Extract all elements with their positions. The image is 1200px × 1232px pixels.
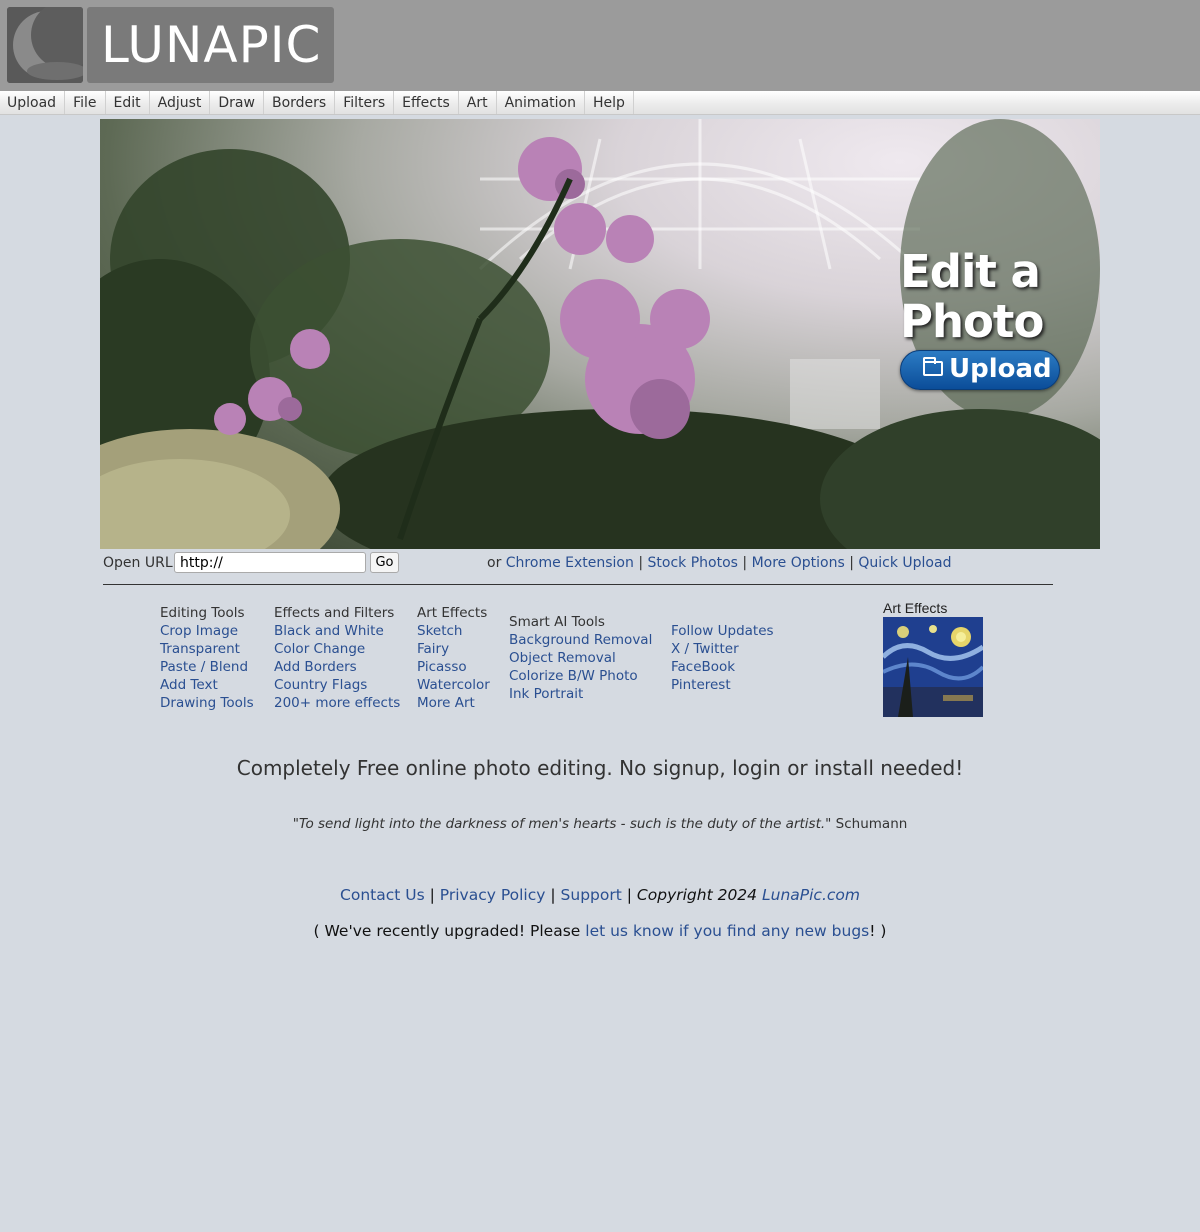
quote: "To send light into the darkness of men'… (0, 816, 1200, 832)
header: LUNAPIC (0, 0, 1200, 91)
folder-icon (923, 357, 943, 376)
picasso-link[interactable]: Picasso (417, 658, 490, 676)
effects-filters-column: Effects and Filters Black and White Colo… (274, 604, 400, 712)
or-label: or (487, 555, 502, 571)
paste-blend-link[interactable]: Paste / Blend (160, 658, 254, 676)
follow-column: Follow Updates X / Twitter FaceBook Pint… (671, 622, 774, 694)
art-effects-column: Art Effects Sketch Fairy Picasso Waterco… (417, 604, 490, 712)
add-borders-link[interactable]: Add Borders (274, 658, 400, 676)
separator: | (638, 555, 644, 571)
background-removal-link[interactable]: Background Removal (509, 631, 652, 649)
more-effects-link[interactable]: 200+ more effects (274, 694, 400, 712)
privacy-policy-link[interactable]: Privacy Policy (440, 886, 546, 904)
menu-file[interactable]: File (65, 91, 106, 114)
transparent-link[interactable]: Transparent (160, 640, 254, 658)
menu-effects[interactable]: Effects (394, 91, 459, 114)
ink-portrait-link[interactable]: Ink Portrait (509, 685, 652, 703)
stock-photos-link[interactable]: Stock Photos (648, 555, 738, 571)
menu-draw[interactable]: Draw (210, 91, 264, 114)
hero-banner: Edit a Photo Upload (100, 119, 1100, 549)
add-text-link[interactable]: Add Text (160, 676, 254, 694)
crop-image-link[interactable]: Crop Image (160, 622, 254, 640)
hero-upload-button[interactable]: Upload (900, 350, 1060, 390)
menu-upload[interactable]: Upload (0, 91, 66, 114)
column-title: Smart AI Tools (509, 614, 605, 630)
column-title: Editing Tools (160, 605, 245, 621)
separator: | (626, 886, 632, 904)
upload-options: or Chrome Extension | Stock Photos | Mor… (487, 552, 951, 574)
hero-upload-label: Upload (949, 354, 1052, 384)
quote-author: Schumann (835, 816, 908, 832)
divider (103, 584, 1053, 585)
notice-text: ( We've recently upgraded! Please (313, 922, 581, 940)
facebook-link[interactable]: FaceBook (671, 658, 774, 676)
watercolor-link[interactable]: Watercolor (417, 676, 490, 694)
copyright-text: Copyright 2024 (636, 886, 758, 904)
object-removal-link[interactable]: Object Removal (509, 649, 652, 667)
menu-art[interactable]: Art (459, 91, 497, 114)
url-label: Open URL: (103, 555, 178, 571)
smart-ai-tools-column: Smart AI Tools Background Removal Object… (509, 613, 652, 703)
tagline: Completely Free online photo editing. No… (236, 756, 964, 780)
x-twitter-link[interactable]: X / Twitter (671, 640, 774, 658)
lunapic-site-link[interactable]: LunaPic.com (762, 886, 860, 904)
lunapic-logo[interactable]: LUNAPIC (7, 7, 334, 83)
quote-text: "To send light into the darkness of men'… (292, 816, 832, 832)
black-and-white-link[interactable]: Black and White (274, 622, 400, 640)
starry-night-thumbnail[interactable] (883, 617, 983, 717)
fairy-link[interactable]: Fairy (417, 640, 490, 658)
separator: | (849, 555, 854, 571)
colorize-link[interactable]: Colorize B/W Photo (509, 667, 652, 685)
menu-filters[interactable]: Filters (335, 91, 395, 114)
sketch-link[interactable]: Sketch (417, 622, 490, 640)
moon-logo-icon (7, 7, 83, 83)
url-input[interactable] (174, 552, 366, 573)
more-art-link[interactable]: More Art (417, 694, 490, 712)
column-title: Effects and Filters (274, 605, 395, 621)
pinterest-link[interactable]: Pinterest (671, 676, 774, 694)
separator: | (742, 555, 748, 571)
chrome-extension-link[interactable]: Chrome Extension (506, 555, 634, 571)
report-bugs-link[interactable]: let us know if you find any new bugs (585, 922, 869, 940)
menu-borders[interactable]: Borders (264, 91, 336, 114)
footer: Contact Us | Privacy Policy | Support | … (0, 886, 1200, 904)
art-effects-title: Art Effects (883, 600, 948, 616)
color-change-link[interactable]: Color Change (274, 640, 400, 658)
contact-us-link[interactable]: Contact Us (340, 886, 425, 904)
go-button[interactable]: Go (370, 552, 399, 573)
separator: | (429, 886, 435, 904)
separator: | (550, 886, 556, 904)
upgrade-notice: ( We've recently upgraded! Please let us… (0, 922, 1200, 940)
more-options-link[interactable]: More Options (752, 555, 845, 571)
menu-edit[interactable]: Edit (106, 91, 150, 114)
menu-bar: Upload File Edit Adjust Draw Borders Fil… (0, 91, 1200, 115)
column-title: Art Effects (417, 605, 488, 621)
menu-help[interactable]: Help (585, 91, 634, 114)
quick-upload-link[interactable]: Quick Upload (858, 555, 951, 571)
menu-animation[interactable]: Animation (497, 91, 585, 114)
hero-title: Edit a Photo (900, 245, 1044, 348)
logo-wordmark: LUNAPIC (87, 7, 334, 83)
country-flags-link[interactable]: Country Flags (274, 676, 400, 694)
menu-adjust[interactable]: Adjust (150, 91, 211, 114)
drawing-tools-link[interactable]: Drawing Tools (160, 694, 254, 712)
support-link[interactable]: Support (561, 886, 622, 904)
follow-updates-link[interactable]: Follow Updates (671, 622, 774, 640)
notice-end: ! ) (869, 922, 887, 940)
editing-tools-column: Editing Tools Crop Image Transparent Pas… (160, 604, 254, 712)
